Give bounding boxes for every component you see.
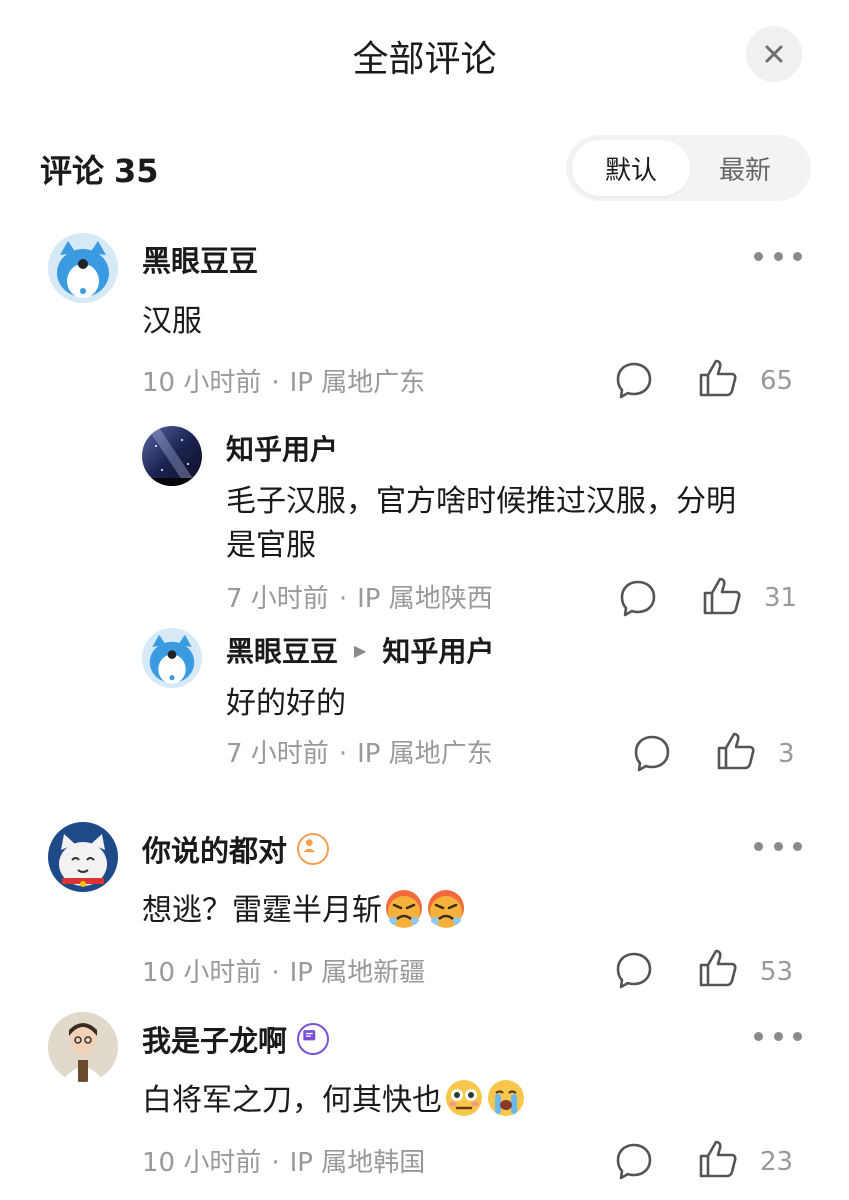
comments-sheet: 全部评论 评论 35 默认 最新 黑眼豆豆 汉服 10 小时前 · IP 属地广东 6…: [0, 0, 849, 1200]
husky-avatar-icon: [48, 233, 118, 303]
reply-username[interactable]: 黑眼豆豆: [226, 630, 338, 670]
avatar[interactable]: [48, 233, 118, 303]
reply-text: 毛子汉服，官方啥时候推过汉服，分明 是官服: [226, 480, 806, 568]
reply-icon[interactable]: [614, 360, 654, 400]
person-photo-avatar-icon: [48, 1012, 118, 1082]
more-options-button[interactable]: [754, 1030, 802, 1042]
reply-header: 黑眼豆豆 ▶ 知乎用户: [226, 630, 494, 670]
comment-time: 10 小时前: [142, 368, 262, 398]
like-count: 3: [778, 739, 795, 769]
like-count: 65: [760, 366, 794, 396]
sheet-title: 全部评论: [352, 39, 497, 80]
comment-username-row: 我是子龙啊: [142, 1018, 330, 1060]
user-badge-icon: [297, 1023, 330, 1055]
husky-avatar-icon: [142, 628, 202, 688]
reply-username[interactable]: 知乎用户: [226, 428, 338, 468]
comment-count-heading: 评论 35: [40, 146, 169, 192]
comment-username-row: 你说的都对: [142, 828, 330, 870]
cat-avatar-icon: [48, 822, 118, 892]
reply-icon[interactable]: [614, 950, 654, 990]
angry-face-emoji: [428, 890, 464, 928]
angry-face-emoji: [386, 890, 422, 928]
close-button[interactable]: [746, 26, 802, 82]
reply-icon[interactable]: [614, 1141, 654, 1181]
comment-text-body: 想逃？雷霆半月斩: [142, 893, 382, 928]
meta-separator: ·: [271, 368, 280, 398]
comment-time: 10 小时前: [142, 1148, 262, 1178]
reply-text: 好的好的: [226, 686, 346, 721]
reply-icon[interactable]: [632, 733, 672, 773]
comment-meta: 10 小时前 · IP 属地韩国: [142, 1142, 425, 1179]
reply-time: 7 小时前: [226, 584, 329, 614]
comment-text: 汉服: [142, 304, 202, 339]
close-icon: [765, 45, 783, 63]
reply-icon[interactable]: [618, 578, 658, 618]
comment-meta: 10 小时前 · IP 属地新疆: [142, 952, 425, 989]
reply-ip: IP 属地广东: [357, 739, 493, 769]
reply-arrow-icon: ▶: [354, 640, 367, 660]
comment-username[interactable]: 你说的都对: [142, 828, 287, 870]
more-options-button[interactable]: [754, 840, 802, 852]
reply-time: 7 小时前: [226, 739, 329, 769]
avatar[interactable]: [142, 628, 202, 688]
comment-text-body: 白将军之刀，何其快也: [142, 1083, 442, 1118]
comment-text: 白将军之刀，何其快也: [142, 1078, 526, 1123]
avatar[interactable]: [48, 822, 118, 892]
like-count: 23: [760, 1147, 794, 1177]
reply-ip: IP 属地陕西: [357, 584, 493, 614]
avatar[interactable]: [142, 426, 202, 486]
like-icon[interactable]: [716, 731, 756, 771]
reply-meta: 7 小时前 · IP 属地陕西: [226, 578, 493, 615]
starry-sky-avatar-icon: [142, 426, 202, 486]
comment-username[interactable]: 黑眼豆豆: [142, 238, 258, 280]
comment-ip: IP 属地韩国: [289, 1148, 426, 1178]
reply-to-username[interactable]: 知乎用户: [382, 630, 494, 670]
more-options-button[interactable]: [754, 250, 802, 262]
reply-meta: 7 小时前 · IP 属地广东: [226, 733, 493, 770]
comment-count-label: 评论: [40, 152, 105, 190]
flushed-face-emoji: [446, 1080, 482, 1116]
like-icon[interactable]: [698, 1139, 738, 1179]
meta-separator: ·: [271, 958, 280, 988]
reply-text-line: 是官服: [226, 528, 316, 563]
avatar[interactable]: [48, 1012, 118, 1082]
reply-text-line: 毛子汉服，官方啥时候推过汉服，分明: [226, 484, 736, 519]
comment-text: 想逃？雷霆半月斩: [142, 888, 466, 933]
user-badge-icon: [297, 833, 330, 865]
comment-meta: 10 小时前 · IP 属地广东: [142, 362, 425, 399]
sort-latest-button[interactable]: 最新: [686, 140, 804, 196]
crying-face-emoji: [488, 1080, 524, 1116]
sort-toggle: 默认 最新: [566, 135, 811, 201]
comment-ip: IP 属地广东: [289, 368, 426, 398]
comment-time: 10 小时前: [142, 958, 262, 988]
like-icon[interactable]: [698, 358, 738, 398]
like-icon[interactable]: [698, 948, 738, 988]
comment-count-value: 35: [114, 152, 159, 190]
comment-ip: IP 属地新疆: [289, 958, 426, 988]
meta-separator: ·: [338, 584, 348, 614]
meta-separator: ·: [271, 1148, 280, 1178]
comment-username[interactable]: 我是子龙啊: [142, 1018, 287, 1060]
sort-default-button[interactable]: 默认: [572, 140, 690, 196]
like-icon[interactable]: [702, 576, 742, 616]
like-count: 53: [760, 957, 794, 987]
like-count: 31: [764, 583, 798, 613]
meta-separator: ·: [338, 739, 348, 769]
